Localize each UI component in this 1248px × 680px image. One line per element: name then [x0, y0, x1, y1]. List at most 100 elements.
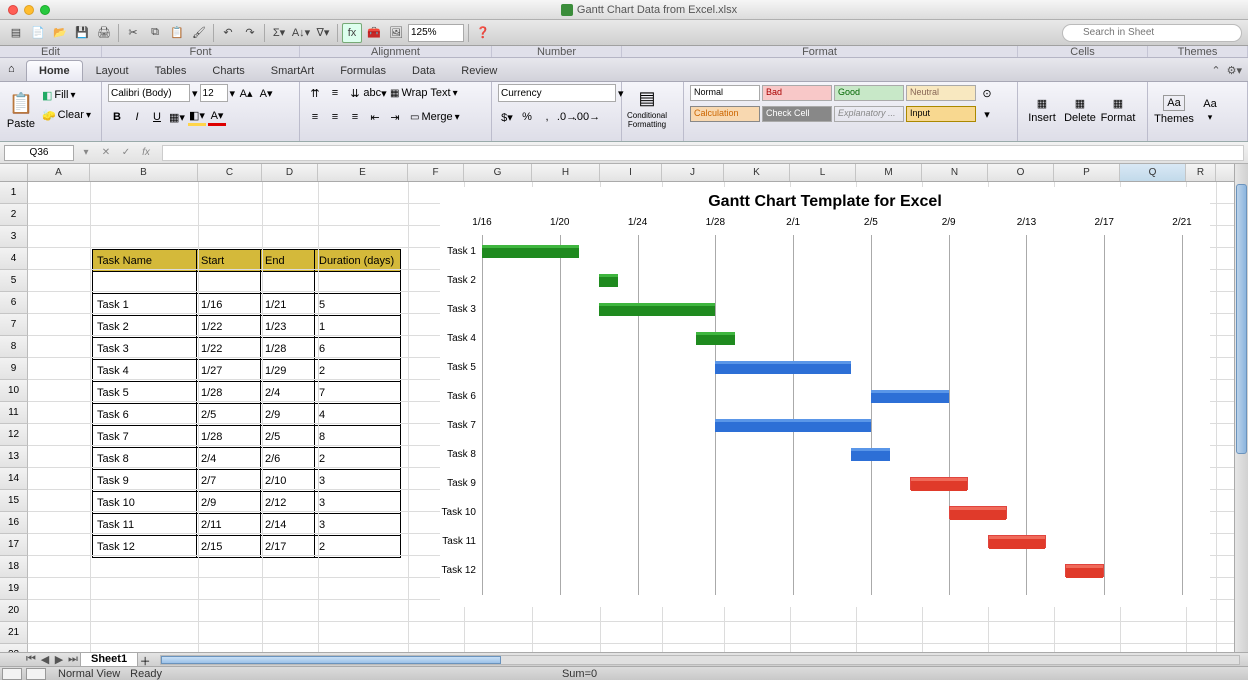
formula-input[interactable]: [162, 145, 1244, 161]
row-header[interactable]: 9: [0, 358, 28, 380]
gantt-bar[interactable]: [988, 535, 1046, 548]
style-explanatory[interactable]: Explanatory ...: [834, 106, 904, 122]
underline-button[interactable]: U: [148, 108, 166, 126]
row-header[interactable]: 2: [0, 204, 28, 226]
font-select[interactable]: [108, 84, 190, 102]
comma-button[interactable]: ,: [538, 108, 556, 126]
gantt-bar[interactable]: [482, 245, 579, 258]
style-normal[interactable]: Normal: [690, 85, 760, 101]
indent-inc-icon[interactable]: ⇥: [386, 108, 404, 126]
style-calculation[interactable]: Calculation: [690, 106, 760, 122]
col-header-N[interactable]: N: [922, 164, 988, 181]
col-header-A[interactable]: A: [28, 164, 90, 181]
gantt-bar[interactable]: [599, 303, 716, 316]
excel-icon[interactable]: ▤: [6, 23, 26, 43]
row-header[interactable]: 8: [0, 336, 28, 358]
minimize-window-button[interactable]: [24, 5, 34, 15]
row-header[interactable]: 18: [0, 556, 28, 578]
sheet-nav-last-icon[interactable]: ⏭: [66, 654, 80, 666]
print-icon[interactable]: 🖨: [94, 23, 114, 43]
tab-formulas[interactable]: Formulas: [327, 60, 399, 81]
row-header[interactable]: 6: [0, 292, 28, 314]
normal-view-button[interactable]: [2, 668, 22, 680]
row-header[interactable]: 3: [0, 226, 28, 248]
gantt-bar[interactable]: [910, 477, 968, 490]
clear-button[interactable]: 🧽Clear▾: [38, 106, 95, 124]
save-icon[interactable]: 💾: [72, 23, 92, 43]
align-center-icon[interactable]: ≡: [326, 108, 344, 126]
horizontal-scrollbar[interactable]: [160, 655, 1240, 665]
styles-more-icon[interactable]: ⊙: [978, 84, 996, 102]
collapse-ribbon-icon[interactable]: ⌃: [1211, 64, 1220, 77]
col-header-F[interactable]: F: [408, 164, 464, 181]
tab-layout[interactable]: Layout: [83, 60, 142, 81]
new-file-icon[interactable]: 📄: [28, 23, 48, 43]
undo-icon[interactable]: ↶: [218, 23, 238, 43]
font-color-button[interactable]: A▾: [208, 108, 226, 126]
row-header[interactable]: 16: [0, 512, 28, 534]
sort-icon[interactable]: A↓▾: [291, 23, 311, 43]
vertical-scrollbar[interactable]: [1234, 164, 1248, 652]
row-header[interactable]: 11: [0, 402, 28, 424]
bold-button[interactable]: B: [108, 108, 126, 126]
gantt-bar[interactable]: [851, 448, 890, 461]
row-header[interactable]: 5: [0, 270, 28, 292]
select-all-corner[interactable]: [0, 164, 28, 181]
media-icon[interactable]: 🖼: [386, 23, 406, 43]
align-middle-icon[interactable]: ≡: [326, 84, 344, 102]
col-header-C[interactable]: C: [198, 164, 262, 181]
align-top-icon[interactable]: ⇈: [306, 84, 324, 102]
cut-icon[interactable]: ✂: [123, 23, 143, 43]
shrink-font-icon[interactable]: A▾: [257, 84, 275, 102]
style-check-cell[interactable]: Check Cell: [762, 106, 832, 122]
col-header-Q[interactable]: Q: [1120, 164, 1186, 181]
gantt-bar[interactable]: [1065, 564, 1104, 577]
redo-icon[interactable]: ↷: [240, 23, 260, 43]
sheet-nav-next-icon[interactable]: ▶: [52, 654, 66, 666]
styles-dropdown-icon[interactable]: ▾: [978, 105, 996, 123]
tab-review[interactable]: Review: [448, 60, 510, 81]
close-window-button[interactable]: [8, 5, 18, 15]
row-header[interactable]: 13: [0, 446, 28, 468]
col-header-P[interactable]: P: [1054, 164, 1120, 181]
format-cells-button[interactable]: ▦Format: [1100, 86, 1136, 134]
gantt-bar[interactable]: [696, 332, 735, 345]
row-header[interactable]: 21: [0, 622, 28, 644]
tab-tables[interactable]: Tables: [142, 60, 200, 81]
col-header-B[interactable]: B: [90, 164, 198, 181]
row-header[interactable]: 15: [0, 490, 28, 512]
spreadsheet-grid[interactable]: ABCDEFGHIJKLMNOPQR 123456789101112131415…: [0, 164, 1234, 652]
page-layout-view-button[interactable]: [26, 668, 46, 680]
themes-button[interactable]: AaThemes: [1154, 86, 1194, 134]
merge-button[interactable]: ▭Merge▾: [406, 108, 464, 126]
grow-font-icon[interactable]: A▴: [237, 84, 255, 102]
gantt-bar[interactable]: [599, 274, 618, 287]
row-header[interactable]: 12: [0, 424, 28, 446]
font-size-select[interactable]: [200, 84, 228, 102]
sheet-nav-prev-icon[interactable]: ◀: [38, 654, 52, 666]
col-header-D[interactable]: D: [262, 164, 318, 181]
number-format-select[interactable]: [498, 84, 616, 102]
tab-home[interactable]: Home: [26, 60, 83, 81]
percent-button[interactable]: %: [518, 108, 536, 126]
col-header-H[interactable]: H: [532, 164, 600, 181]
zoom-select[interactable]: [408, 24, 464, 42]
row-header[interactable]: 17: [0, 534, 28, 556]
tab-charts[interactable]: Charts: [199, 60, 257, 81]
cancel-formula-icon[interactable]: ✕: [98, 145, 114, 161]
wrap-text-button[interactable]: ▦Wrap Text▾: [386, 84, 462, 102]
style-neutral[interactable]: Neutral: [906, 85, 976, 101]
col-header-M[interactable]: M: [856, 164, 922, 181]
align-right-icon[interactable]: ≡: [346, 108, 364, 126]
row-header[interactable]: 10: [0, 380, 28, 402]
col-header-G[interactable]: G: [464, 164, 532, 181]
gantt-bar[interactable]: [949, 506, 1007, 519]
paste-icon[interactable]: 📋: [167, 23, 187, 43]
borders-button[interactable]: ▦▾: [168, 108, 186, 126]
style-good[interactable]: Good: [834, 85, 904, 101]
dec-decimal-icon[interactable]: .00→: [578, 108, 596, 126]
name-box[interactable]: [4, 145, 74, 161]
col-header-K[interactable]: K: [724, 164, 790, 181]
col-header-O[interactable]: O: [988, 164, 1054, 181]
row-header[interactable]: 19: [0, 578, 28, 600]
